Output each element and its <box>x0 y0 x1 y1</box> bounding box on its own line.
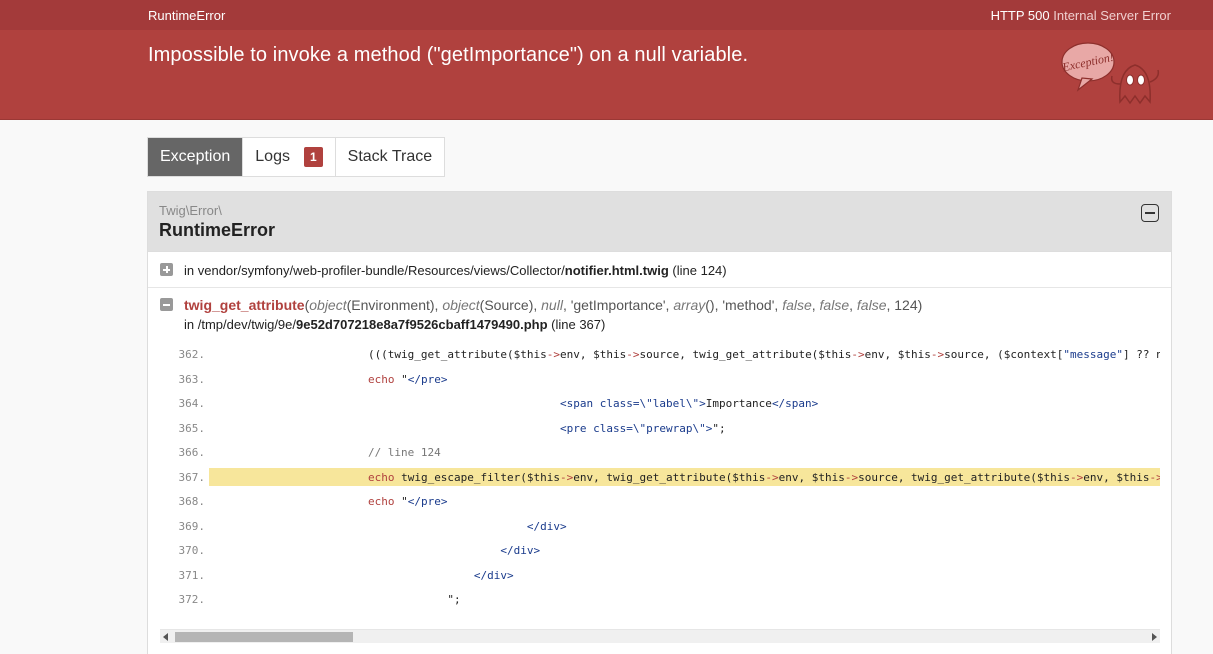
exception-panel: Twig\Error\ RuntimeError in vendor/symfo… <box>147 191 1172 654</box>
trace-file: 9e52d707218e8a7f9526cbaff1479490.php <box>296 317 548 332</box>
code-line: 362. (((twig_get_attribute($this->env, $… <box>160 345 1161 363</box>
exception-panel-header: Twig\Error\ RuntimeError <box>148 192 1171 252</box>
code-line: 369. </div> <box>160 517 1160 535</box>
code-text: // line 124 <box>209 446 441 459</box>
code-line: 366. // line 124 <box>160 443 1160 461</box>
trace-item[interactable]: in vendor/symfony/web-profiler-bundle/Re… <box>148 253 1171 288</box>
tab-label: Logs <box>255 148 290 165</box>
tab-label: Stack Trace <box>347 148 433 165</box>
scroll-right-icon[interactable] <box>1152 633 1157 641</box>
code-text: </div> <box>500 544 541 557</box>
minus-square-icon[interactable] <box>1141 204 1159 222</box>
code-snippet: 362. (((twig_get_attribute($this->env, $… <box>160 345 1160 615</box>
line-number: 372. <box>178 593 206 606</box>
code-line: 371. </div> <box>160 566 1160 584</box>
code-line: 364. <span class=\"label\">Importance</s… <box>160 394 1160 412</box>
status-code: HTTP 500 <box>990 8 1050 23</box>
line-number: 368. <box>178 495 206 508</box>
top-bar: RuntimeError HTTP 500 Internal Server Er… <box>0 0 1213 30</box>
scroll-left-icon[interactable] <box>163 633 168 641</box>
code-line: 365. <pre class=\"prewrap\">"; <box>160 419 1160 437</box>
trace-function-args: (object(Environment), object(Source), nu… <box>304 297 923 313</box>
trace-function-name: twig_get_attribute <box>184 297 305 313</box>
status-text: Internal Server Error <box>1053 8 1171 23</box>
horizontal-scrollbar[interactable] <box>160 629 1160 643</box>
tab-exception[interactable]: Exception <box>148 138 244 176</box>
tab-label: Exception <box>160 148 231 165</box>
code-line: 363. echo "</pre> <box>160 370 1160 388</box>
code-text: <span class=\"label\">Importance</span> <box>560 397 819 410</box>
code-line: 372. "; <box>160 590 1160 608</box>
code-text: "; <box>209 593 461 606</box>
code-text: </div> <box>473 568 514 582</box>
code-text: echo twig_escape_filter($this->env, twig… <box>209 467 1160 486</box>
code-line: 370. </div> <box>160 541 1160 559</box>
exception-header: Impossible to invoke a method ("getImpor… <box>0 30 1213 120</box>
line-number: 369. <box>178 519 206 533</box>
code-text: </div> <box>526 519 567 533</box>
trace-file-line: in vendor/symfony/web-profiler-bundle/Re… <box>184 263 727 278</box>
trace-function-call: twig_get_attribute(object(Environment), … <box>184 297 922 313</box>
trace-path: in /tmp/dev/twig/9e/ <box>184 317 296 332</box>
line-number: 365. <box>178 421 206 435</box>
logs-count-badge: 1 <box>303 147 323 167</box>
code-text: echo "</pre> <box>367 372 448 386</box>
exception-message: Impossible to invoke a method ("getImpor… <box>148 44 749 66</box>
trace-line-number: (line 124) <box>672 263 727 278</box>
tab-bar: Exception Logs 1 Stack Trace <box>147 137 446 177</box>
minus-square-icon[interactable] <box>160 298 173 311</box>
code-text: <pre class=\"prewrap\">"; <box>560 421 726 435</box>
code-line: 367. echo twig_escape_filter($this->env,… <box>160 467 1160 486</box>
scrollbar-thumb[interactable] <box>175 632 353 642</box>
line-number: 364. <box>178 397 206 410</box>
line-number: 371. <box>178 568 206 582</box>
line-number: 370. <box>178 544 206 557</box>
tab-stack-trace[interactable]: Stack Trace <box>336 138 444 176</box>
trace-file: notifier.html.twig <box>564 263 669 278</box>
http-status: HTTP 500 Internal Server Error <box>991 8 1171 23</box>
tab-logs[interactable]: Logs 1 <box>243 138 336 176</box>
line-number: 366. <box>178 446 206 459</box>
exception-class-label: RuntimeError <box>148 8 226 23</box>
trace-line-number: (line 367) <box>551 317 606 332</box>
line-number: 362. <box>178 348 206 361</box>
exception-class: RuntimeError <box>159 220 276 240</box>
trace-file-line: in /tmp/dev/twig/9e/9e52d707218e8a7f9526… <box>184 317 605 332</box>
code-line: 368. echo "</pre> <box>160 492 1160 510</box>
code-text: echo "</pre> <box>367 495 448 508</box>
line-number: 367. <box>178 470 206 484</box>
line-number: 363. <box>178 372 206 386</box>
exception-namespace: Twig\Error\ <box>159 203 222 218</box>
exception-ghost-icon: Exception! <box>1060 42 1160 105</box>
plus-square-icon[interactable] <box>160 263 173 276</box>
code-text: (((twig_get_attribute($this->env, $this-… <box>209 348 1160 361</box>
trace-path: in vendor/symfony/web-profiler-bundle/Re… <box>184 263 565 278</box>
trace-item: twig_get_attribute(object(Environment), … <box>148 289 1171 644</box>
